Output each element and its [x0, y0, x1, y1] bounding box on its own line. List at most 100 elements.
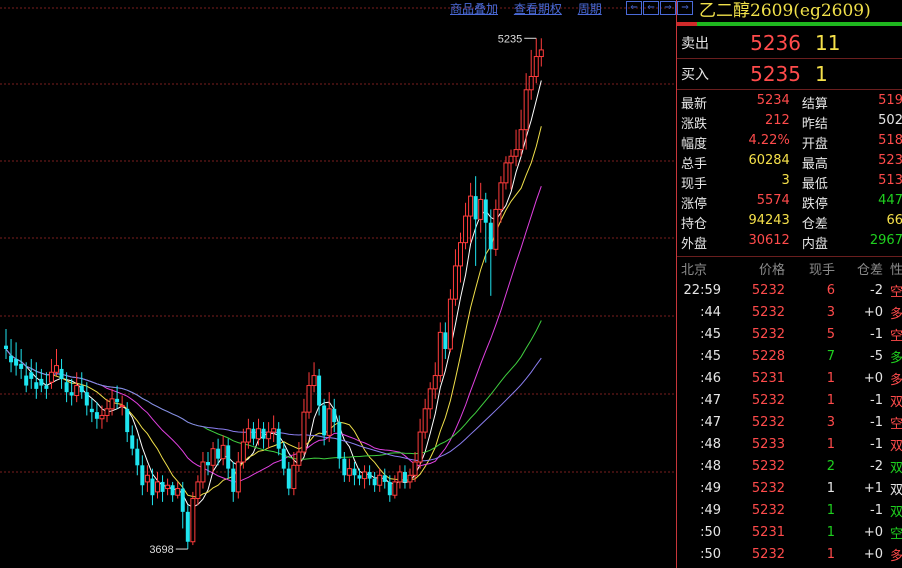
stats-value: 4.22% [748, 133, 790, 148]
ticks-list[interactable]: 22:59 5232 6 -2 空:44 5232 3 +0 多:45 5232 5 -1 空:45 52… [677, 279, 902, 565]
candle-body [119, 404, 125, 407]
tick-oi: +1 [863, 480, 883, 496]
first-page-icon[interactable]: ⇐ [626, 1, 642, 15]
tick-oi: -1 [870, 326, 883, 342]
sell-price[interactable]: 5236 [741, 31, 801, 55]
candle-body [34, 382, 39, 389]
tick-price: 5232 [751, 414, 785, 430]
candle-body [74, 385, 80, 397]
candle-body [443, 332, 448, 349]
stats-value: 66 [886, 213, 902, 228]
stats-value: 2967 [869, 233, 902, 248]
tick-row: :48 5233 1 -1 双 [677, 433, 902, 455]
kline-chart[interactable]: 5235 3698 [0, 0, 676, 568]
stats-value: 518 [878, 133, 902, 148]
tick-vol: 1 [826, 480, 835, 496]
candle-body [377, 474, 383, 486]
buy-price[interactable]: 5235 [741, 62, 801, 86]
tick-vol: 5 [826, 326, 835, 342]
ticks-header-oi: 仓差 [856, 262, 883, 278]
candle-body [362, 471, 368, 480]
sell-qty: 11 [815, 31, 841, 55]
chart-toolbar: 商品叠加 查看期权 周期 [450, 0, 614, 16]
candle-body [271, 428, 277, 433]
candle-body [135, 448, 140, 466]
candle-body [240, 441, 246, 463]
stats-value: 5574 [756, 193, 790, 208]
candle-body [94, 412, 99, 419]
tick-price: 5228 [751, 348, 785, 364]
candle-body [427, 388, 433, 410]
candle-body [367, 471, 372, 479]
stats-value: 3 [781, 173, 790, 188]
stats-label: 最低 [801, 177, 828, 192]
candle-body [301, 411, 307, 453]
tick-nat: 双 [889, 460, 902, 476]
tick-vol: 1 [826, 502, 835, 518]
low-label: 3698 [149, 544, 173, 556]
candle-body [337, 422, 342, 459]
candle-body [175, 488, 181, 496]
candle-body [352, 468, 357, 476]
candle-body [115, 398, 120, 403]
candle-body [210, 448, 216, 466]
stats-value: 94243 [748, 213, 790, 228]
prev-page-icon[interactable]: ⇐ [643, 1, 659, 15]
stats-value: 447 [878, 193, 902, 208]
candle-body [437, 331, 443, 377]
stats-label: 持仓 [681, 217, 708, 232]
stats-label: 最高 [801, 157, 828, 172]
candle-body [99, 414, 105, 420]
tick-nat: 双 [889, 394, 902, 410]
candle-body [231, 468, 236, 492]
next-page-icon[interactable]: ⇒ [660, 1, 676, 15]
tick-time: :49 [700, 480, 721, 496]
candle-body [29, 372, 34, 379]
stats-label: 昨结 [801, 117, 828, 132]
stats-row: 总手 60284 最高 523 [677, 153, 902, 173]
stats-row: 涨停 5574 跌停 447 [677, 193, 902, 213]
candle-body [291, 464, 297, 490]
overlay-link[interactable]: 商品叠加 [450, 2, 498, 16]
tick-row: :48 5232 2 -2 双 [677, 455, 902, 477]
tick-time: :46 [700, 370, 721, 386]
candle-body [220, 444, 226, 460]
candle-body [538, 49, 544, 58]
candle-body [216, 448, 221, 459]
tick-nat: 双 [889, 504, 902, 520]
tick-price: 5231 [751, 524, 785, 540]
candle-body [4, 345, 8, 349]
candle-body [48, 371, 54, 383]
tick-oi: +0 [863, 304, 883, 320]
candle-body [155, 481, 160, 493]
options-link[interactable]: 查看期权 [514, 2, 562, 16]
candle-body [9, 355, 14, 363]
contract-title[interactable]: 乙二醇2609(eg2609) [677, 0, 902, 22]
stats-row: 幅度 4.22% 开盘 518 [677, 133, 902, 153]
stats-label: 外盘 [681, 237, 708, 252]
candle-body [458, 242, 463, 267]
candle-body [322, 405, 327, 436]
candle-body [513, 149, 519, 157]
title-bar-strip [677, 22, 902, 26]
tick-oi: -5 [870, 348, 883, 364]
stats-value: 513 [878, 173, 902, 188]
tick-time: :45 [700, 348, 721, 364]
candle-body [488, 222, 493, 250]
candle-body [478, 198, 484, 220]
tick-row: :44 5232 3 +0 多 [677, 301, 902, 323]
tick-oi: -1 [870, 436, 883, 452]
stats-value: 523 [878, 153, 902, 168]
tick-row: :49 5232 1 -1 双 [677, 499, 902, 521]
tick-nat: 空 [889, 284, 902, 300]
stats-label: 涨停 [681, 197, 708, 212]
candle-body [84, 392, 89, 406]
candle-body [326, 408, 332, 436]
tick-price: 5232 [751, 326, 785, 342]
candle-body [144, 474, 150, 483]
high-label: 5235 [498, 33, 522, 45]
stats-label: 总手 [681, 157, 708, 172]
period-link[interactable]: 周期 [578, 2, 602, 16]
stats-value: 502 [878, 113, 902, 128]
tick-vol: 1 [826, 436, 835, 452]
